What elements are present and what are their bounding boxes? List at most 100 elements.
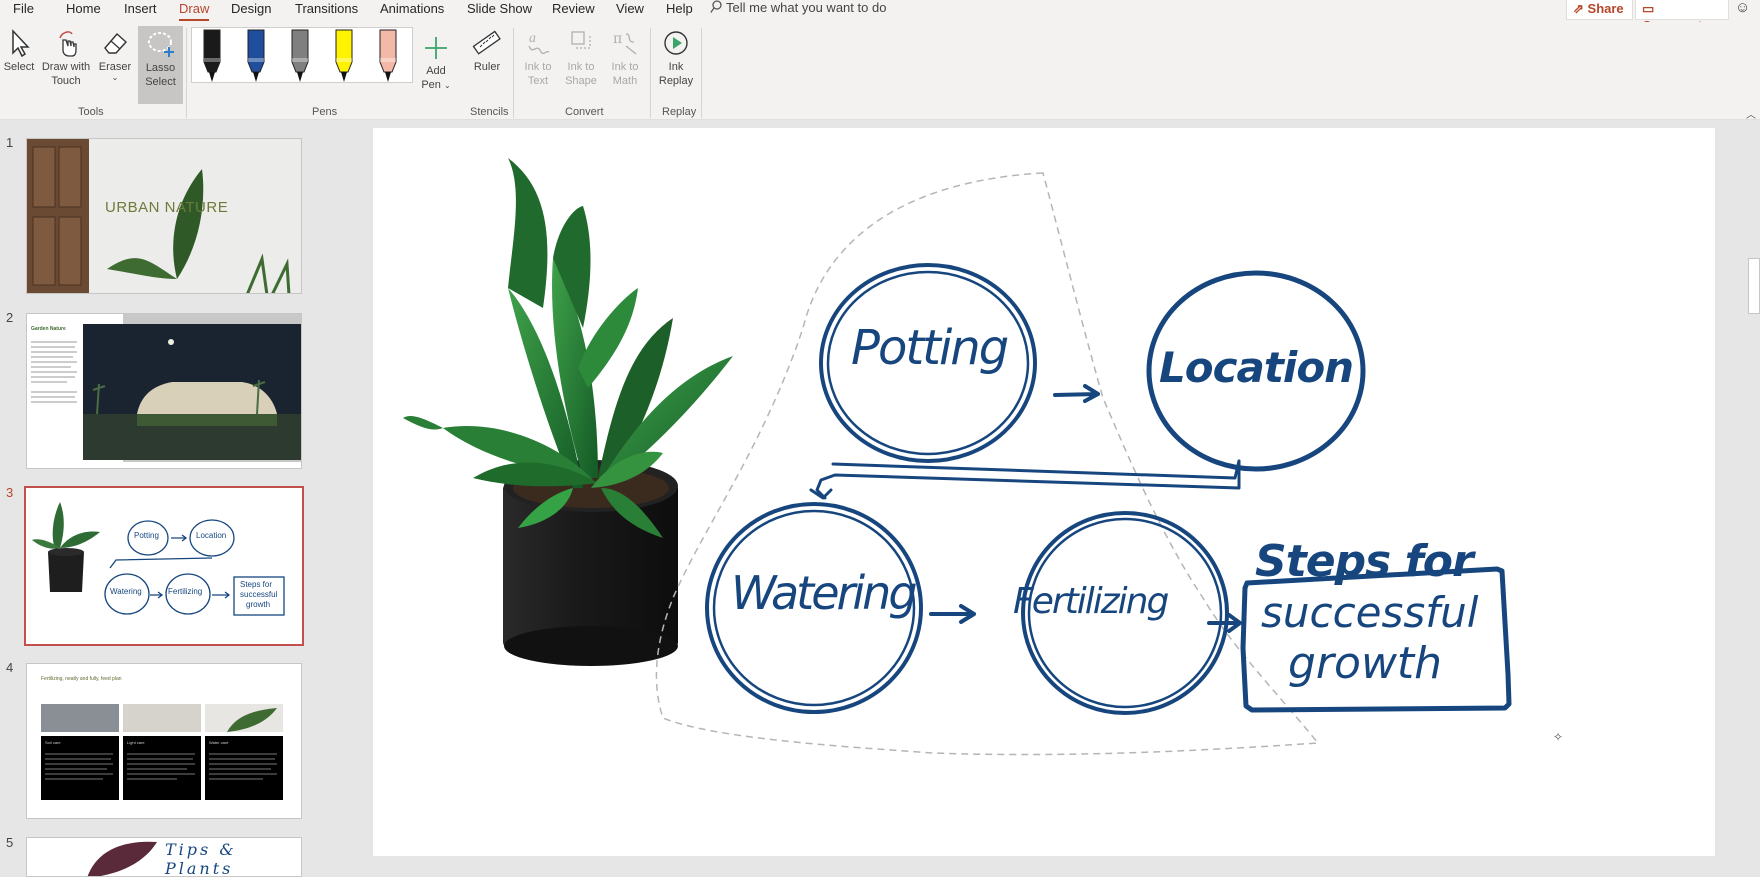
add-pen-label-2: Pen ⌄ bbox=[418, 78, 454, 93]
group-divider bbox=[650, 28, 651, 118]
share-icon: ⇗ bbox=[1573, 1, 1584, 16]
ink-to-text-label-2: Text bbox=[527, 75, 549, 87]
ink-to-math-icon: π bbox=[613, 31, 637, 55]
eraser-label: Eraser bbox=[98, 61, 132, 73]
ink-word-location: Location bbox=[1159, 343, 1354, 392]
slide-number: 4 bbox=[6, 660, 14, 675]
slide-thumbnail-2[interactable]: Garden Nature bbox=[26, 313, 302, 469]
tab-design[interactable]: Design bbox=[231, 0, 271, 22]
eraser-button[interactable]: Eraser ⌄ bbox=[96, 28, 134, 82]
draw-with-touch-label-1: Draw with bbox=[41, 61, 91, 73]
ink-to-shape-label-2: Shape bbox=[565, 75, 597, 87]
ink-word-fertilizing: Fertilizing bbox=[1013, 581, 1169, 622]
tab-animations[interactable]: Animations bbox=[380, 0, 444, 22]
ink-replay-button[interactable]: Ink Replay bbox=[656, 28, 696, 88]
tab-slide-show[interactable]: Slide Show bbox=[467, 0, 532, 22]
convert-group-label: Convert bbox=[565, 106, 604, 118]
ruler-label: Ruler bbox=[473, 61, 501, 73]
slide-3-word-fertilizing: Fertilizing bbox=[168, 587, 203, 596]
slide-3-word-steps: Steps for bbox=[240, 580, 273, 589]
chevron-down-icon: ⌄ bbox=[443, 81, 451, 90]
rotation-handle-icon[interactable]: ✧ bbox=[1553, 730, 1563, 744]
slide-thumbnail-5[interactable]: Tips & Plants bbox=[26, 837, 302, 877]
ruler-button[interactable]: Ruler bbox=[468, 28, 506, 74]
add-pen-label-2-text: Pen bbox=[421, 79, 441, 91]
pen-4-button[interactable] bbox=[335, 29, 353, 82]
draw-with-touch-button[interactable]: Draw with Touch bbox=[38, 28, 94, 88]
stencils-group-label: Stencils bbox=[470, 106, 509, 118]
pens-group-label: Pens bbox=[312, 106, 338, 118]
pen-gallery bbox=[191, 27, 413, 83]
svg-text:a: a bbox=[529, 31, 536, 46]
add-pen-label-1: Add bbox=[426, 65, 446, 77]
ink-to-text-icon: a bbox=[528, 31, 550, 55]
ink-to-shape-label-1: Ink to bbox=[567, 61, 595, 73]
slide-3-word-potting: Potting bbox=[134, 531, 159, 540]
vertical-scrollbar[interactable] bbox=[1748, 258, 1760, 314]
slide-number: 2 bbox=[6, 310, 14, 325]
select-button[interactable]: Select bbox=[2, 28, 36, 74]
plant-image[interactable] bbox=[403, 158, 733, 666]
slide-4-col-2: Light care bbox=[127, 740, 145, 745]
lasso-icon bbox=[147, 32, 174, 57]
pen-3-button[interactable] bbox=[291, 29, 309, 82]
slide-thumbnail-pane: 1 URBAN NATURE 2 Garden Nature 3 Potting… bbox=[0, 121, 312, 877]
slide-thumbnail-4[interactable]: Fertilizing, neatly and fully, feed plan… bbox=[26, 663, 302, 819]
ink-to-math-label-1: Ink to bbox=[611, 61, 639, 73]
lasso-select-label-2: Select bbox=[145, 76, 176, 88]
slide-canvas[interactable]: Potting Location Watering Fertilizing St… bbox=[373, 128, 1715, 856]
slide-5-text: Tips & Plants bbox=[165, 840, 237, 877]
pen-2-button[interactable] bbox=[247, 29, 265, 82]
group-divider bbox=[186, 28, 187, 118]
add-pen-button[interactable]: Add Pen ⌄ bbox=[418, 34, 454, 93]
slide-2-title: Garden Nature bbox=[31, 326, 66, 332]
tab-file[interactable]: File bbox=[13, 0, 34, 22]
slide-4-col-1: Soil care bbox=[45, 740, 61, 745]
share-button[interactable]: ⇗ Share bbox=[1566, 0, 1633, 20]
slide-3-preview bbox=[32, 502, 285, 616]
slide-2-preview bbox=[31, 314, 301, 462]
slide-3-word-watering: Watering bbox=[110, 587, 142, 596]
tab-insert[interactable]: Insert bbox=[124, 0, 157, 22]
tab-transitions[interactable]: Transitions bbox=[295, 0, 358, 22]
ink-to-math-button[interactable]: π Ink to Math bbox=[605, 28, 645, 88]
ink-word-watering: Watering bbox=[731, 566, 918, 620]
eraser-icon bbox=[104, 33, 127, 54]
ink-replay-label-2: Replay bbox=[658, 75, 694, 87]
ink-to-math-label-2: Math bbox=[612, 75, 638, 87]
pen-1-button[interactable] bbox=[203, 29, 221, 82]
collapse-ribbon-icon[interactable]: ︿ bbox=[1746, 106, 1756, 121]
slide-number: 3 bbox=[6, 485, 14, 500]
lasso-select-label-1: Lasso bbox=[145, 62, 176, 74]
group-divider bbox=[513, 28, 514, 118]
tools-group-label: Tools bbox=[78, 106, 104, 118]
tab-home[interactable]: Home bbox=[66, 0, 101, 22]
feedback-smiley-icon[interactable]: ☺ bbox=[1735, 0, 1750, 16]
tab-draw[interactable]: Draw bbox=[179, 0, 210, 22]
replay-group-label: Replay bbox=[662, 106, 697, 118]
ink-replay-label-1: Ink bbox=[668, 61, 684, 73]
tab-view[interactable]: View bbox=[616, 0, 644, 22]
search-icon bbox=[710, 0, 722, 13]
share-label: Share bbox=[1587, 1, 1624, 16]
slide-4-title: Fertilizing, neatly and fully, feed plan bbox=[41, 676, 122, 682]
slide-3-content bbox=[403, 158, 1512, 756]
slide-thumbnail-3[interactable]: Potting Location Watering Fertilizing St… bbox=[24, 486, 304, 646]
ink-to-text-label-1: Ink to bbox=[524, 61, 552, 73]
slide-4-col-3: Water care bbox=[209, 740, 229, 745]
slide-3-word-successful: successful bbox=[240, 590, 278, 599]
comments-button[interactable]: ▭ Comments bbox=[1635, 0, 1729, 33]
ink-to-shape-button[interactable]: Ink to Shape bbox=[561, 28, 601, 88]
slide-number: 5 bbox=[6, 835, 14, 850]
tab-review[interactable]: Review bbox=[552, 0, 595, 22]
lasso-select-button[interactable]: Lasso Select bbox=[138, 26, 183, 104]
slide-1-title: URBAN NATURE bbox=[105, 199, 229, 216]
tell-me-text: Tell me what you want to do bbox=[726, 0, 887, 15]
tell-me-search[interactable]: Tell me what you want to do bbox=[710, 0, 886, 18]
slide-thumbnail-1[interactable]: URBAN NATURE bbox=[26, 138, 302, 294]
pen-5-button[interactable] bbox=[379, 29, 397, 82]
slide-4-preview bbox=[41, 704, 283, 800]
slide-number: 1 bbox=[6, 135, 14, 150]
ink-to-text-button[interactable]: a Ink to Text bbox=[518, 28, 558, 88]
tab-help[interactable]: Help bbox=[666, 0, 693, 22]
